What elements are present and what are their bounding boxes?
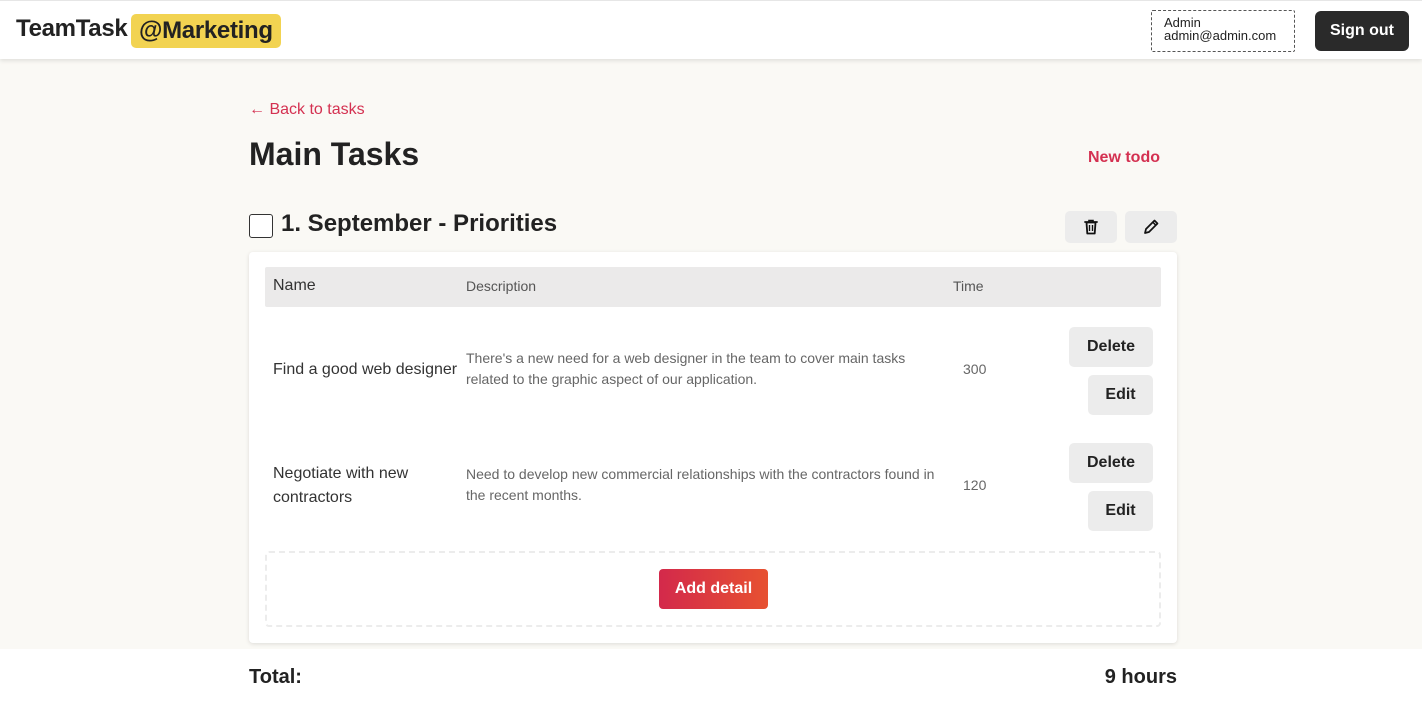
edit-detail-button[interactable]: Edit <box>1088 375 1153 415</box>
sign-out-button[interactable]: Sign out <box>1315 11 1409 51</box>
top-navbar: TeamTask @Marketing Admin admin@admin.co… <box>0 0 1422 59</box>
delete-todo-button[interactable] <box>1065 211 1117 243</box>
trash-icon <box>1084 219 1098 235</box>
delete-detail-button[interactable]: Delete <box>1069 443 1153 483</box>
column-header-time: Time <box>953 278 984 294</box>
add-detail-button[interactable]: Add detail <box>659 569 768 609</box>
pencil-icon <box>1144 219 1159 234</box>
row-time: 120 <box>963 477 987 493</box>
column-header-description: Description <box>466 278 537 294</box>
back-to-tasks-link[interactable]: ← Back to tasks <box>249 101 365 119</box>
page-title: Main Tasks <box>249 136 420 172</box>
todo-checkbox[interactable] <box>249 214 273 238</box>
add-detail-dropzone: Add detail <box>265 551 1161 627</box>
table-header: Name Description Time <box>265 267 1161 307</box>
row-time: 300 <box>963 361 987 377</box>
row-name: Negotiate with new contractors <box>273 465 409 506</box>
edit-todo-button[interactable] <box>1125 211 1177 243</box>
row-description: Need to develop new commercial relations… <box>466 466 935 503</box>
new-todo-link[interactable]: New todo <box>1088 149 1160 167</box>
total-value: 9 hours <box>1104 666 1177 688</box>
total-bar <box>0 649 1422 711</box>
user-email: admin@admin.com <box>1164 28 1277 43</box>
row-name: Find a good web designer <box>273 361 458 378</box>
team-badge[interactable]: @Marketing <box>131 14 281 48</box>
delete-detail-button[interactable]: Delete <box>1069 327 1153 367</box>
todo-title: 1. September - Priorities <box>281 210 558 237</box>
brand-logo[interactable]: TeamTask <box>16 15 128 43</box>
total-label: Total: <box>249 666 302 688</box>
column-header-name: Name <box>273 277 316 294</box>
row-description: There's a new need for a web designer in… <box>466 350 906 387</box>
todo-details-card: Name Description Time Find a good web de… <box>249 252 1177 643</box>
edit-detail-button[interactable]: Edit <box>1088 491 1153 531</box>
user-info[interactable]: Admin admin@admin.com <box>1151 10 1295 52</box>
